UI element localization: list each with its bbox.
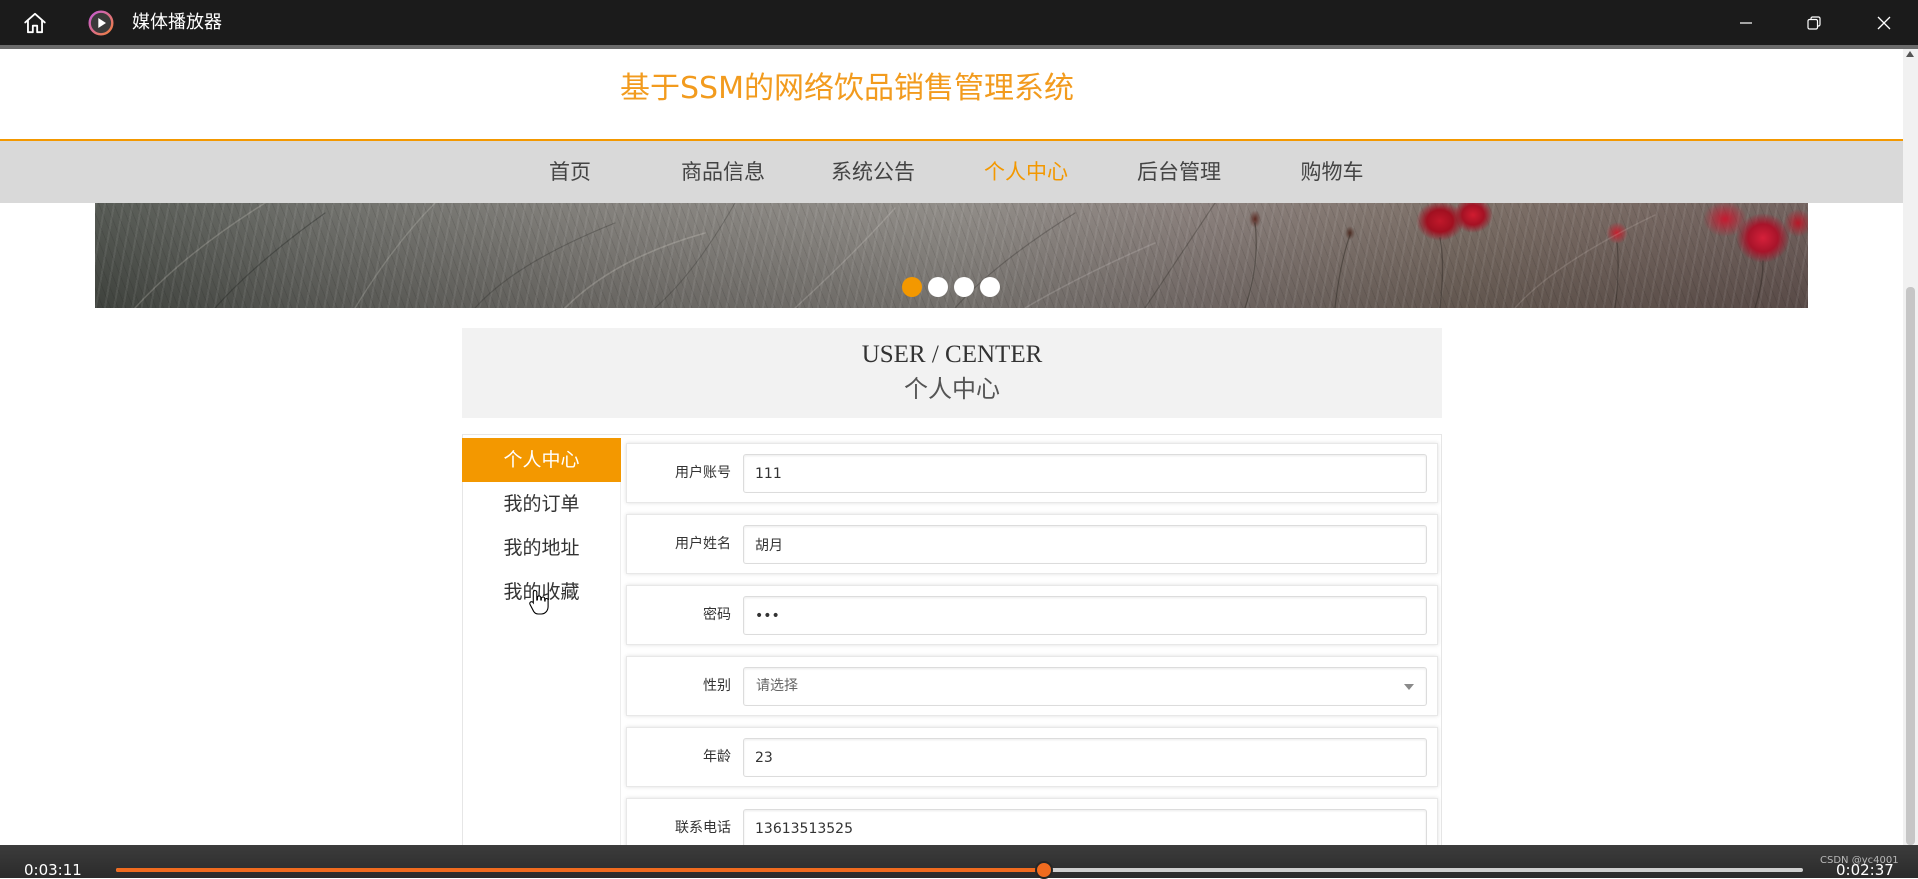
sidebar-item-user-center[interactable]: 个人中心 (462, 438, 621, 482)
remaining-time: 0:02:37 (1836, 861, 1894, 879)
form-row-age: 年龄 (626, 727, 1438, 787)
account-label: 用户账号 (675, 465, 731, 481)
main-nav: 首页 商品信息 系统公告 个人中心 后台管理 购物车 (0, 141, 1903, 203)
page-scrollbar-thumb[interactable] (1906, 287, 1915, 845)
chevron-down-icon (1404, 684, 1414, 690)
titlebar-divider (0, 45, 1918, 49)
media-player-app-icon (88, 10, 114, 36)
nav-item-products[interactable]: 商品信息 (663, 141, 783, 203)
form-row-account: 用户账号 (626, 443, 1438, 503)
form-row-name: 用户姓名 (626, 514, 1438, 574)
phone-input[interactable] (743, 809, 1427, 848)
carousel-dots (902, 277, 1000, 297)
hand-cursor-icon (529, 589, 549, 615)
carousel-dot[interactable] (980, 277, 1000, 297)
form-row-gender: 性别 请选择 (626, 656, 1438, 716)
name-label: 用户姓名 (675, 536, 731, 552)
restore-icon (1807, 16, 1821, 30)
nav-item-admin[interactable]: 后台管理 (1119, 141, 1239, 203)
scroll-up-arrow-icon[interactable] (1906, 51, 1914, 57)
user-center-heading: USER / CENTER 个人中心 (462, 328, 1442, 418)
restore-button[interactable] (1796, 5, 1832, 41)
home-icon[interactable] (22, 10, 48, 36)
gender-label: 性别 (703, 678, 731, 694)
password-input[interactable] (743, 596, 1427, 635)
seek-bar-thumb[interactable] (1034, 861, 1053, 879)
carousel-dot[interactable] (954, 277, 974, 297)
seek-bar-progress (116, 868, 1044, 872)
gender-select-value: 请选择 (756, 678, 798, 694)
nav-item-user-center[interactable]: 个人中心 (966, 141, 1086, 203)
user-sidebar: 个人中心 我的订单 我的地址 我的收藏 (462, 438, 621, 878)
nav-item-cart[interactable]: 购物车 (1272, 141, 1392, 203)
age-input[interactable] (743, 738, 1427, 777)
account-input[interactable] (743, 454, 1427, 493)
age-label: 年龄 (703, 749, 731, 765)
site-title: 基于SSM的网络饮品销售管理系统 (620, 71, 1074, 106)
minimize-icon (1740, 22, 1752, 24)
banner-carousel[interactable] (95, 203, 1808, 308)
nav-item-announcements[interactable]: 系统公告 (813, 141, 933, 203)
close-icon (1877, 16, 1891, 30)
seek-bar[interactable] (116, 868, 1803, 872)
nav-item-home[interactable]: 首页 (510, 141, 630, 203)
name-input[interactable] (743, 525, 1427, 564)
window-titlebar (0, 0, 1918, 45)
carousel-dot[interactable] (902, 277, 922, 297)
elapsed-time: 0:03:11 (24, 861, 82, 879)
media-controls-bar (0, 845, 1918, 878)
sidebar-item-my-addresses[interactable]: 我的地址 (462, 526, 621, 570)
carousel-dot[interactable] (928, 277, 948, 297)
minimize-button[interactable] (1728, 5, 1764, 41)
gender-select[interactable]: 请选择 (743, 667, 1427, 706)
window-title: 媒体播放器 (132, 12, 222, 33)
close-button[interactable] (1866, 5, 1902, 41)
password-label: 密码 (703, 607, 731, 623)
user-center-heading-cn: 个人中心 (904, 375, 1000, 403)
user-center-heading-en: USER / CENTER (861, 341, 1043, 368)
sidebar-item-my-orders[interactable]: 我的订单 (462, 482, 621, 526)
form-row-password: 密码 (626, 585, 1438, 645)
